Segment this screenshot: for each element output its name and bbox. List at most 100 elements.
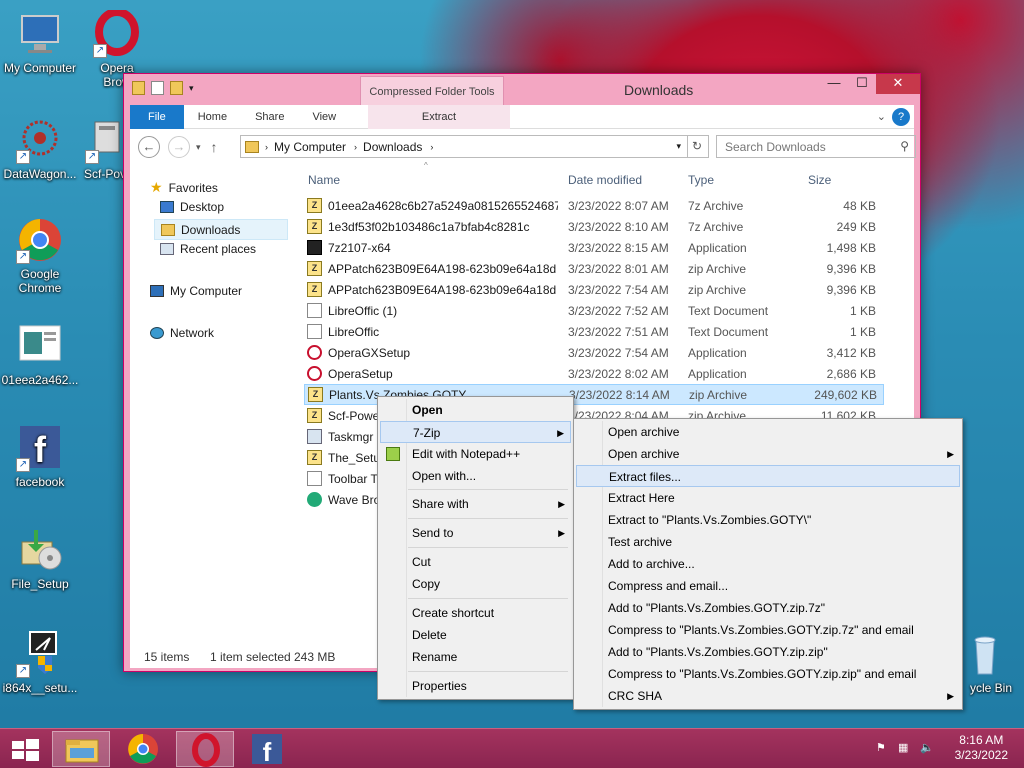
menu-item-label: Extract to "Plants.Vs.Zombies.GOTY\" (608, 513, 812, 527)
file-row[interactable]: OperaGXSetup 3/23/2022 7:54 AM Application… (304, 342, 884, 363)
file-row[interactable]: LibreOffic (1) 3/23/2022 7:52 AM Text Docu… (304, 300, 884, 321)
help-icon[interactable]: ? (892, 107, 910, 126)
breadcrumb-downloads[interactable]: Downloads (363, 140, 422, 154)
zip-menu-item-open-archive-submenu[interactable]: Open archive ▶ (576, 443, 960, 465)
clock[interactable]: 8:16 AM 3/23/2022 (955, 733, 1008, 763)
nav-my-computer[interactable]: My Computer (150, 284, 242, 298)
zip-menu-item-compress-and-email[interactable]: Compress and email... (576, 575, 960, 597)
tab-file[interactable]: File (130, 104, 184, 129)
column-header-type[interactable]: Type (688, 173, 714, 187)
opera-icon: ↗ (93, 8, 141, 58)
menu-item-cut[interactable]: Cut (380, 551, 571, 573)
back-button[interactable]: ← (138, 136, 160, 158)
close-button[interactable]: ✕ (876, 74, 920, 94)
file-row[interactable]: 1e3df53f02b103486c1a7bfab4c8281c 3/23/202… (304, 216, 884, 237)
taskbar-file-explorer[interactable] (52, 731, 110, 767)
window-title: Downloads (624, 82, 694, 98)
nav-recent-places[interactable]: Recent places (160, 242, 256, 256)
up-button[interactable]: ↑ (211, 139, 218, 155)
chevron-right-icon[interactable]: › (354, 142, 357, 152)
desktop-icon-label: DataWagon... (3, 167, 77, 181)
column-header-size[interactable]: Size (808, 173, 831, 187)
chevron-right-icon[interactable]: › (265, 142, 268, 152)
desktop-icon-01eea[interactable]: 01eea2a462... (0, 322, 80, 387)
breadcrumb-my-computer[interactable]: My Computer (274, 140, 346, 154)
zip-menu-item-extract-files[interactable]: Extract files... (576, 465, 960, 487)
tab-home[interactable]: Home (184, 105, 241, 129)
chevron-right-icon[interactable]: › (430, 142, 433, 152)
nav-network[interactable]: Network (150, 326, 214, 340)
document-thumbnail-icon (16, 322, 64, 370)
menu-item-share-with[interactable]: Share with ▶ (380, 493, 571, 515)
taskbar-facebook[interactable]: f (238, 731, 296, 767)
menu-item-7zip[interactable]: 7-Zip ▶ (380, 421, 571, 443)
ribbon-tabs: File Home Share View Extract ⌄ ? (130, 104, 914, 129)
desktop-icon-datawagon[interactable]: ↗ DataWagon... (0, 116, 80, 181)
title-bar[interactable]: ▾ Compressed Folder Tools Downloads — ☐ … (124, 74, 920, 106)
menu-item-edit-notepad[interactable]: Edit with Notepad++ (380, 443, 571, 465)
chevron-down-icon[interactable]: ▾ (676, 141, 681, 152)
menu-item-create-shortcut[interactable]: Create shortcut (380, 602, 571, 624)
action-center-flag-icon[interactable]: ⚑ (876, 741, 890, 755)
menu-item-open-with[interactable]: Open with... (380, 465, 571, 487)
column-header-name[interactable]: Name (308, 173, 340, 187)
file-row[interactable]: OperaSetup 3/23/2022 8:02 AM Application 2,… (304, 363, 884, 384)
tab-view[interactable]: View (298, 105, 350, 129)
file-row[interactable]: APPatch623B09E64A198-623b09e64a18d 3/23/2… (304, 279, 884, 300)
start-button[interactable] (0, 731, 50, 767)
menu-item-send-to[interactable]: Send to ▶ (380, 522, 571, 544)
menu-item-open[interactable]: Open (380, 399, 571, 421)
search-input[interactable]: Search Downloads ⚲ (716, 135, 916, 158)
file-type: zip Archive (689, 387, 748, 402)
menu-item-delete[interactable]: Delete (380, 624, 571, 646)
network-icon[interactable]: ▦ (898, 741, 912, 755)
zip-menu-item-add-to-zip[interactable]: Add to "Plants.Vs.Zombies.GOTY.zip.zip" (576, 641, 960, 663)
desktop-icon-chrome[interactable]: ↗ Google Chrome (0, 216, 80, 295)
nav-favorites[interactable]: ★ Favorites (150, 179, 218, 196)
chevron-down-icon[interactable]: ▾ (189, 81, 202, 95)
desktop-icon-facebook[interactable]: f ↗ facebook (0, 424, 80, 489)
nav-desktop[interactable]: Desktop (160, 200, 224, 214)
zip-menu-item-add-to-archive[interactable]: Add to archive... (576, 553, 960, 575)
file-row[interactable]: APPatch623B09E64A198-623b09e64a18d ... 3/… (304, 258, 884, 279)
zip-menu-item-test-archive[interactable]: Test archive (576, 531, 960, 553)
desktop-icon-my-computer[interactable]: My Computer (0, 10, 80, 75)
search-icon[interactable]: ⚲ (900, 139, 909, 153)
zip-menu-item-crc-sha[interactable]: CRC SHA ▶ (576, 685, 960, 707)
desktop-icon-file-setup[interactable]: File_Setup (0, 526, 80, 591)
minimize-button[interactable]: — (820, 74, 848, 94)
properties-icon[interactable] (151, 81, 164, 95)
zip-menu-item-add-to-7z[interactable]: Add to "Plants.Vs.Zombies.GOTY.zip.7z" (576, 597, 960, 619)
desktop-icon-label: Google Chrome (18, 267, 62, 295)
desktop-icon-i864x[interactable]: ↗ i864x__setu... (0, 630, 80, 695)
menu-item-label: Send to (412, 526, 454, 540)
chevron-down-icon[interactable]: ⌄ (877, 110, 886, 123)
taskbar-opera[interactable] (176, 731, 234, 767)
zip-menu-item-extract-here[interactable]: Extract Here (576, 487, 960, 509)
maximize-button[interactable]: ☐ (848, 74, 876, 94)
file-row[interactable]: 7z2107-x64 3/23/2022 8:15 AM Application 1,… (304, 237, 884, 258)
folder-icon[interactable] (132, 81, 145, 95)
file-row[interactable]: LibreOffic 3/23/2022 7:51 AM Text Document… (304, 321, 884, 342)
menu-item-rename[interactable]: Rename (380, 646, 571, 668)
zip-menu-item-open-archive[interactable]: Open archive (576, 421, 960, 443)
new-folder-icon[interactable] (170, 81, 183, 95)
address-bar[interactable]: › My Computer › Downloads › ▾ (240, 135, 688, 158)
menu-item-properties[interactable]: Properties (380, 675, 571, 697)
column-header-date[interactable]: Date modified (568, 173, 642, 187)
recent-locations-chevron-icon[interactable]: ▾ (196, 142, 201, 153)
file-name: OperaSetup (328, 366, 393, 381)
menu-item-copy[interactable]: Copy (380, 573, 571, 595)
desktop-icon-label: facebook (15, 475, 65, 489)
zip-menu-item-extract-to-folder[interactable]: Extract to "Plants.Vs.Zombies.GOTY\" (576, 509, 960, 531)
tab-share[interactable]: Share (241, 105, 298, 129)
tab-extract[interactable]: Extract (368, 104, 510, 129)
file-row[interactable]: 01eea2a4628c6b27a5249a08152655246871... 3… (304, 195, 884, 216)
refresh-button[interactable]: ↻ (686, 135, 709, 158)
taskbar-chrome[interactable] (114, 731, 172, 767)
forward-button[interactable]: → (168, 136, 190, 158)
nav-downloads[interactable]: Downloads (154, 219, 288, 240)
zip-menu-item-compress-zip-email[interactable]: Compress to "Plants.Vs.Zombies.GOTY.zip.… (576, 663, 960, 685)
zip-menu-item-compress-7z-email[interactable]: Compress to "Plants.Vs.Zombies.GOTY.zip.… (576, 619, 960, 641)
volume-muted-icon[interactable]: 🔈 (920, 741, 934, 755)
